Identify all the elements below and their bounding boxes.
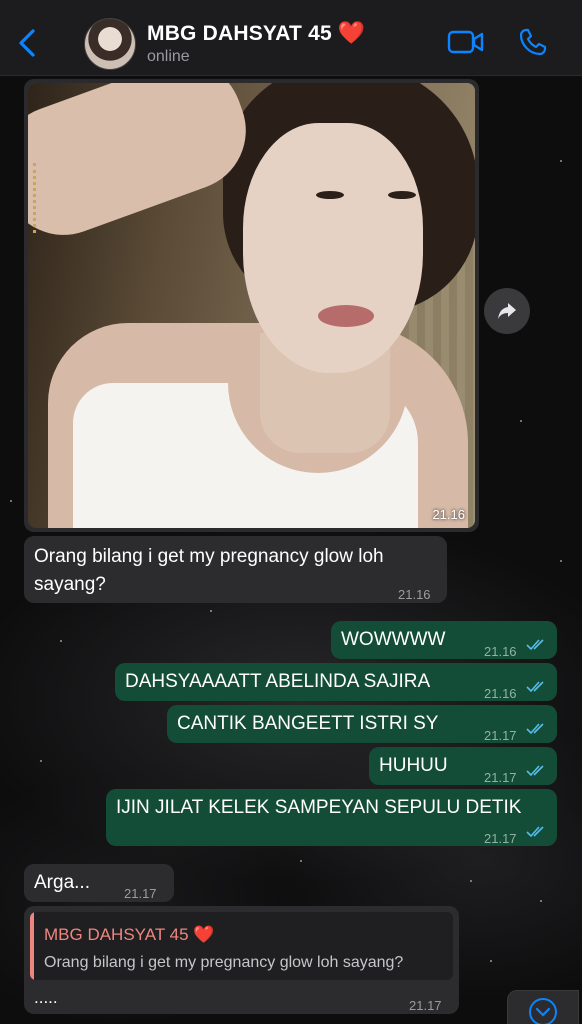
message-time: 21.17 (484, 728, 517, 743)
quote-accent-bar (30, 912, 34, 980)
quoted-sender: MBG DAHSYAT 45 ❤️ (44, 921, 214, 949)
voice-call-button[interactable] (518, 27, 548, 62)
quoted-sender-name: MBG DAHSYAT 45 (44, 925, 189, 944)
forward-icon (498, 303, 516, 319)
message-time: 21.16 (398, 587, 431, 602)
double-check-icon (526, 723, 544, 735)
message-outgoing[interactable]: WOWWWW 21.16 (331, 621, 557, 659)
scroll-to-bottom-button[interactable] (507, 990, 579, 1024)
message-outgoing[interactable]: HUHUU 21.17 (369, 747, 557, 785)
message-reply-incoming[interactable]: MBG DAHSYAT 45 ❤️ Orang bilang i get my … (24, 906, 459, 1014)
message-time: 21.16 (484, 644, 517, 659)
message-outgoing[interactable]: IJIN JILAT KELEK SAMPEYAN SEPULU DETIK 2… (106, 789, 557, 846)
video-call-icon (447, 30, 484, 54)
double-check-icon (526, 826, 544, 838)
message-text-line2: sayang? (34, 574, 106, 595)
image-timestamp: 21.16 (432, 507, 465, 522)
image-message[interactable]: 21.16 (24, 79, 479, 532)
message-text: Arga... (34, 872, 90, 893)
message-outgoing[interactable]: CANTIK BANGEETT ISTRI SY 21.17 (167, 705, 557, 743)
message-text: ..... (34, 988, 58, 1007)
message-text: WOWWWW (341, 629, 446, 650)
message-time: 21.17 (124, 886, 157, 901)
message-time: 21.17 (409, 998, 442, 1013)
contact-name-text: MBG DAHSYAT 45 (147, 22, 332, 45)
quoted-text: Orang bilang i get my pregnancy glow loh… (44, 954, 404, 971)
selfie-photo[interactable]: 21.16 (28, 83, 475, 528)
message-text: IJIN JILAT KELEK SAMPEYAN SEPULU DETIK (116, 797, 522, 818)
double-check-icon (526, 765, 544, 777)
message-text: HUHUU (379, 755, 448, 776)
heart-emoji: ❤️ (337, 20, 366, 45)
message-incoming[interactable]: Orang bilang i get my pregnancy glow loh… (24, 536, 447, 603)
double-check-icon (526, 681, 544, 693)
contact-name[interactable]: MBG DAHSYAT 45 ❤️ (147, 20, 365, 46)
message-incoming[interactable]: Arga... 21.17 (24, 864, 174, 902)
double-check-icon (526, 639, 544, 651)
message-outgoing[interactable]: DAHSYAAAATT ABELINDA SAJIRA 21.16 (115, 663, 557, 701)
message-time: 21.17 (484, 831, 517, 846)
heart-emoji: ❤️ (193, 925, 215, 944)
chat-header: MBG DAHSYAT 45 ❤️ online (0, 0, 582, 76)
contact-status: online (147, 48, 190, 65)
video-call-button[interactable] (447, 29, 485, 60)
contact-avatar[interactable] (84, 18, 136, 70)
forward-button[interactable] (484, 288, 530, 334)
phone-call-icon (519, 28, 547, 56)
message-time: 21.16 (484, 686, 517, 701)
chevron-down-icon (529, 998, 557, 1024)
message-text: CANTIK BANGEETT ISTRI SY (177, 713, 439, 734)
face (243, 123, 423, 373)
back-chevron-icon (19, 29, 35, 57)
message-text: DAHSYAAAATT ABELINDA SAJIRA (125, 671, 431, 692)
quoted-message[interactable]: MBG DAHSYAT 45 ❤️ Orang bilang i get my … (30, 912, 453, 980)
message-time: 21.17 (484, 770, 517, 785)
message-text: Orang bilang i get my pregnancy glow loh (34, 546, 384, 567)
back-button[interactable] (14, 28, 40, 58)
